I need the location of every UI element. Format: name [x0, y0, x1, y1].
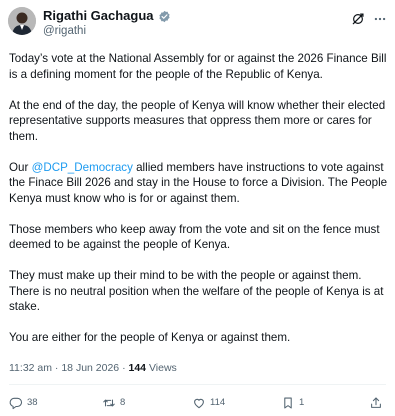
divider	[9, 384, 386, 385]
verified-badge-icon	[158, 10, 171, 23]
handle[interactable]: @rigathi	[43, 24, 86, 38]
like-icon	[192, 396, 206, 410]
post-paragraph: At the end of the day, the people of Ken…	[9, 98, 386, 143]
tweet-header: Rigathi Gachagua @rigathi	[0, 0, 395, 46]
post-body: Today’s vote at the National Assembly fo…	[9, 51, 389, 361]
share-icon	[369, 396, 383, 410]
post-time[interactable]: 11:32 am	[9, 362, 52, 374]
post-text: Our	[9, 160, 32, 174]
post-paragraph: Our @DCP_Democracy allied members have i…	[9, 160, 389, 207]
post-date[interactable]: 18 Jun 2026	[61, 362, 119, 374]
reply-icon	[9, 396, 23, 410]
views-count: 144	[128, 362, 147, 374]
post-paragraph: Today’s vote at the National Assembly fo…	[9, 52, 387, 81]
more-icon[interactable]	[373, 12, 387, 26]
like-button[interactable]: 114	[192, 394, 225, 412]
views-label: Views	[148, 362, 177, 374]
post-paragraph: They must make up their mind to be with …	[9, 269, 384, 313]
avatar[interactable]	[8, 7, 36, 35]
reply-count: 38	[27, 397, 38, 408]
meta-separator: ·	[122, 362, 126, 374]
post-paragraph: You are either for the people of Kenya o…	[9, 331, 291, 344]
bookmark-count: 1	[299, 397, 305, 408]
share-button[interactable]	[369, 394, 383, 412]
meta-separator: ·	[54, 362, 59, 374]
bookmark-button[interactable]: 1	[281, 394, 304, 412]
display-name[interactable]: Rigathi Gachagua	[43, 8, 154, 24]
grok-icon[interactable]	[351, 12, 365, 26]
repost-count: 8	[120, 397, 126, 408]
like-count: 114	[210, 397, 226, 408]
post-paragraph: Those members who keep away from the vot…	[9, 222, 380, 252]
name-line: Rigathi Gachagua	[43, 8, 171, 24]
reply-button[interactable]: 38	[9, 394, 38, 412]
action-bar: 38 8 114 1	[0, 394, 395, 412]
bookmark-icon	[281, 396, 295, 410]
repost-icon	[102, 396, 116, 410]
post-meta: 11:32 am · 18 Jun 2026 · 144 Views	[9, 361, 177, 375]
mention-link[interactable]: @DCP_Democracy	[32, 161, 133, 174]
tweet: Rigathi Gachagua @rigathi Today’s vote a…	[0, 0, 395, 416]
repost-button[interactable]: 8	[102, 394, 125, 412]
